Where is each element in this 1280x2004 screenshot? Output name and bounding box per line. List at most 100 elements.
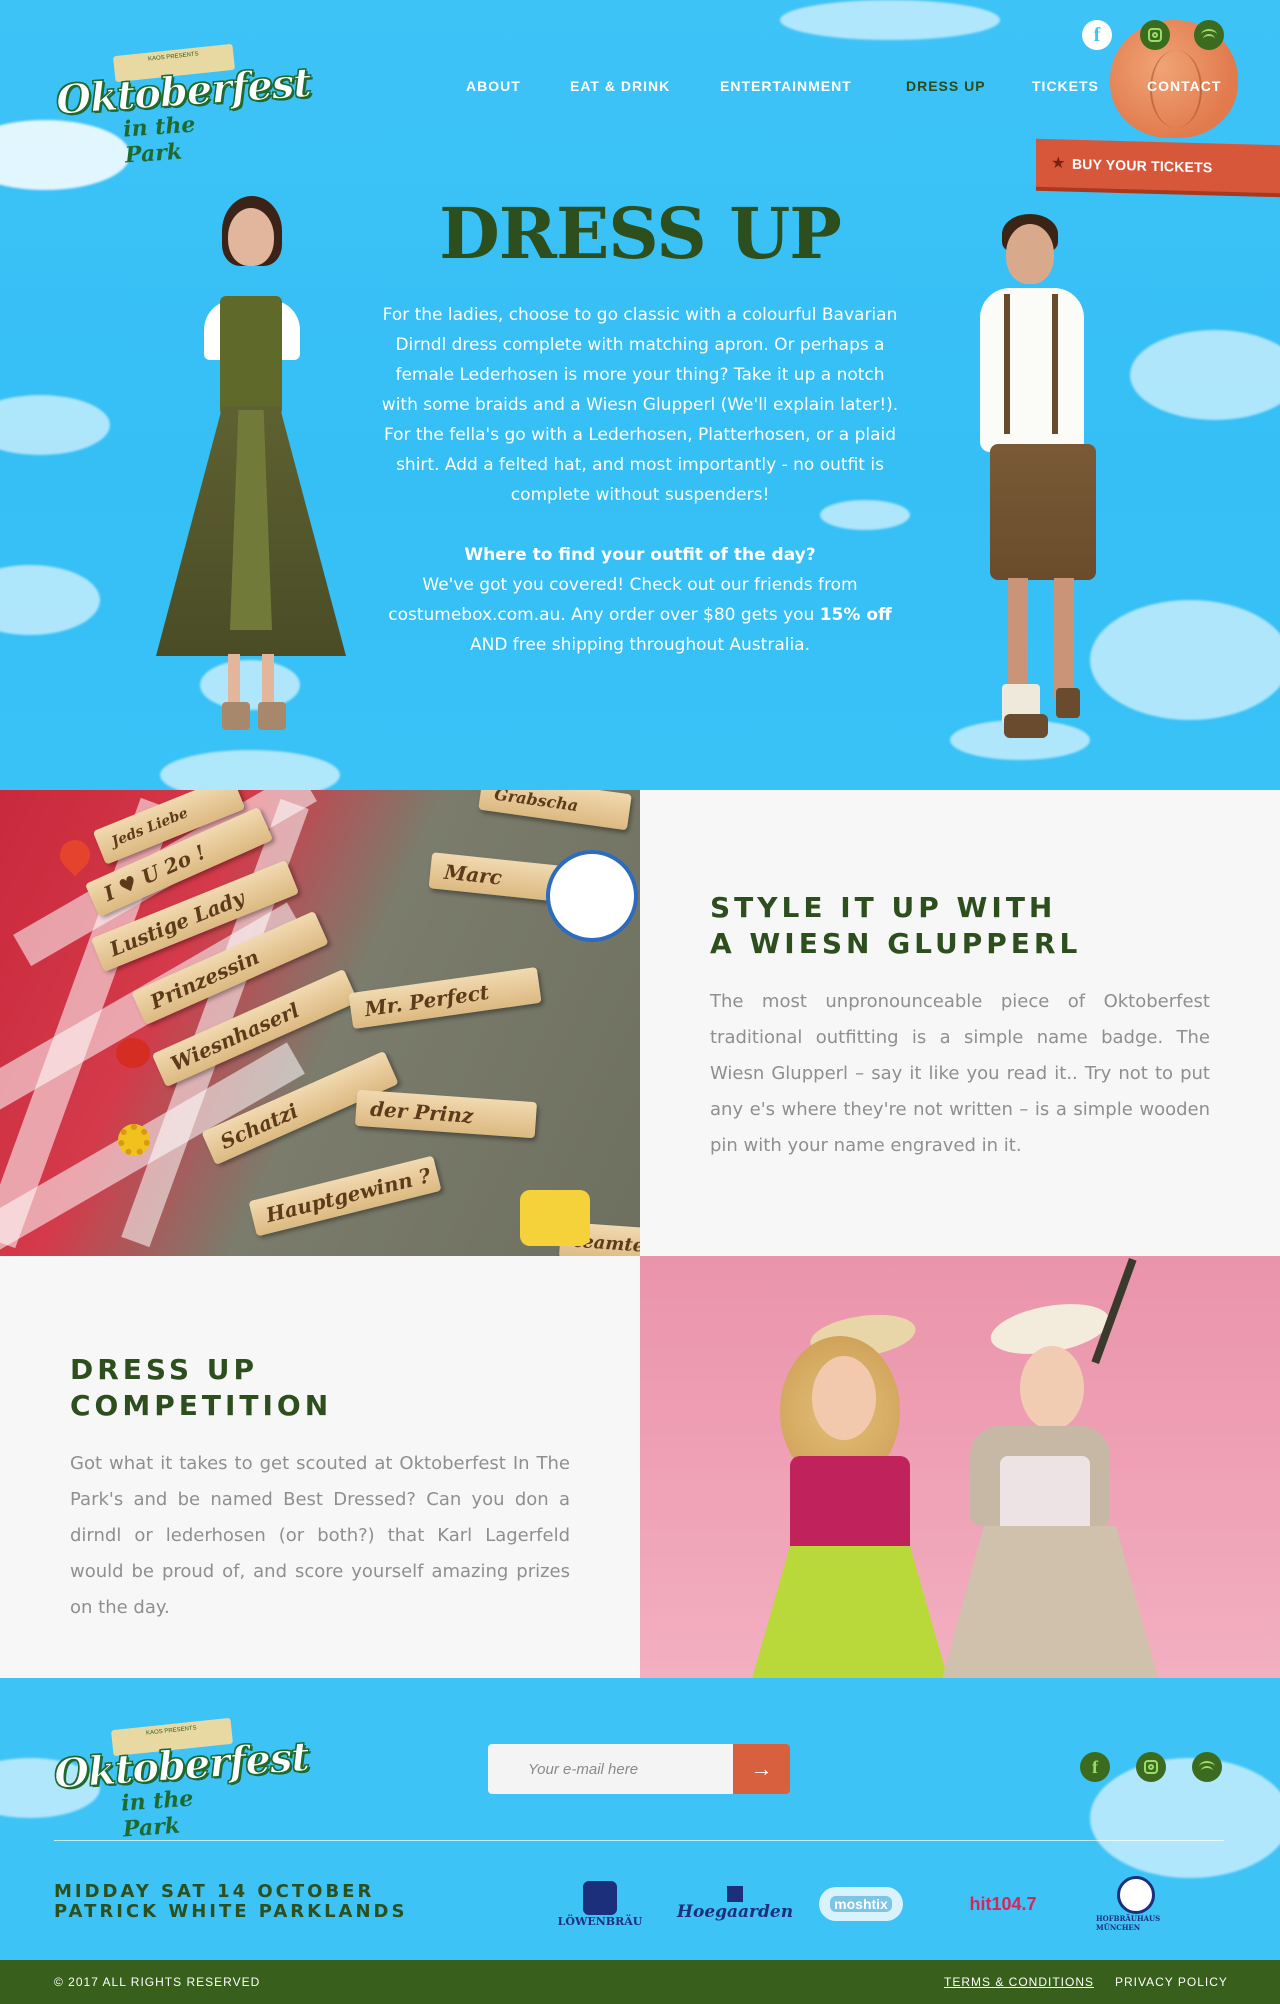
star-icon: ★ (1052, 154, 1065, 171)
sponsor-label: moshtix (830, 1896, 892, 1912)
newsletter-form: → (488, 1744, 790, 1794)
man-suspender-left (1004, 294, 1010, 434)
beer-badge-icon (546, 850, 638, 942)
sponsor-label: HOFBRÄUHAUS MÜNCHEN (1096, 1914, 1161, 1932)
privacy-link[interactable]: PRIVACY POLICY (1115, 1975, 1228, 1989)
event-date: MIDDAY SAT 14 OCTOBER (54, 1881, 375, 1902)
man-suspender-right (1052, 294, 1058, 434)
facebook-icon[interactable]: f (1082, 20, 1112, 50)
buy-tickets-label: BUY YOUR TICKETS (1072, 155, 1213, 176)
email-field[interactable] (488, 1744, 734, 1794)
social-links-top: f (1082, 20, 1232, 52)
submit-arrow-button[interactable]: → (733, 1744, 790, 1794)
competition-section: DRESS UP COMPETITION Got what it takes t… (0, 1256, 1280, 1678)
green-skirt (750, 1546, 950, 1678)
logo-subtitle: in the Park (120, 1785, 195, 1843)
glupperl-text: STYLE IT UP WITH A WIESN GLUPPERL The mo… (710, 890, 1210, 1164)
instagram-glyph (1144, 1760, 1158, 1774)
magenta-bodice (790, 1456, 910, 1556)
man-leg-right (1054, 578, 1074, 698)
cloud-decoration (160, 750, 340, 790)
sponsor-lowenbrau-logo[interactable]: LÖWENBRÄU (557, 1876, 643, 1932)
glupperl-body: The most unpronounceable piece of Oktobe… (710, 991, 1210, 1156)
man-in-lederhosen-image (958, 214, 1118, 754)
competition-heading-line1: DRESS UP (70, 1353, 259, 1386)
beige-skirt (940, 1526, 1160, 1678)
copyright: © 2017 ALL RIGHTS RESERVED (54, 1975, 261, 1989)
hoegaarden-crest-icon (727, 1886, 743, 1902)
hero-paragraph: For the ladies, choose to go classic wit… (381, 305, 899, 505)
facebook-glyph: f (1093, 23, 1101, 46)
sponsor-hit1047-logo[interactable]: hit104.7 (958, 1876, 1048, 1932)
sponsor-label: Hoegaarden (676, 1902, 794, 1922)
glupperl-section: Jeds Liebe I ♥ U 2o ! Lustige Lady Prinz… (0, 790, 1280, 1256)
spotify-icon[interactable] (1192, 1752, 1222, 1782)
hb-crest-icon (1117, 1876, 1155, 1914)
cloud-decoration (780, 0, 1000, 40)
beer-mugs-icon (520, 1190, 590, 1246)
social-links-footer: f (1080, 1752, 1230, 1784)
ladybug-icon (116, 1038, 150, 1068)
man-shirt (980, 288, 1084, 452)
discount-highlight: 15% off (819, 605, 892, 625)
cloud-decoration (0, 565, 100, 635)
pin-badge: Hauptgewinn ? (248, 1155, 442, 1237)
woman-face (812, 1356, 876, 1440)
nav-about[interactable]: ABOUT (466, 78, 521, 94)
sponsor-label: LÖWENBRÄU (557, 1914, 643, 1928)
nav-tickets[interactable]: TICKETS (1032, 78, 1099, 94)
nav-contact[interactable]: CONTACT (1147, 78, 1221, 94)
spotify-glyph (1199, 1761, 1215, 1773)
woman-boot-left (222, 702, 250, 730)
man-leg-left (1008, 578, 1028, 684)
hero-copy: For the ladies, choose to go classic wit… (376, 300, 904, 660)
woman-boot-right (258, 702, 286, 730)
bottom-bar: © 2017 ALL RIGHTS RESERVED TERMS & CONDI… (0, 1960, 1280, 2004)
site-footer: KAOS PRESENTS Oktoberfest in the Park → … (0, 1678, 1280, 1960)
sunflower-icon (118, 1124, 150, 1156)
event-info: MIDDAY SAT 14 OCTOBER PATRICK WHITE PARK… (54, 1882, 407, 1922)
pin-badge: Grabscha (478, 790, 632, 831)
logo-subtitle: in the Park (122, 111, 197, 169)
glupperl-heading: STYLE IT UP WITH A WIESN GLUPPERL (710, 890, 1210, 962)
spotify-icon[interactable] (1194, 20, 1224, 50)
glupperl-heading-line2: A WIESN GLUPPERL (710, 927, 1082, 960)
nav-dress-up[interactable]: DRESS UP (906, 78, 986, 94)
cloud-decoration (0, 395, 110, 455)
nav-eat-drink[interactable]: EAT & DRINK (570, 78, 670, 94)
main-nav: ABOUT EAT & DRINK ENTERTAINMENT DRESS UP… (0, 78, 1280, 98)
sponsor-label: hit104.7 (969, 1893, 1037, 1914)
event-location: PATRICK WHITE PARKLANDS (54, 1901, 408, 1922)
footer-logo[interactable]: KAOS PRESENTS Oktoberfest in the Park (52, 1717, 311, 1843)
facebook-glyph: f (1092, 1756, 1098, 1777)
man-shoe-right (1056, 688, 1080, 718)
woman-bodice (220, 296, 282, 416)
sponsor-hoegaarden-logo[interactable]: Hoegaarden (676, 1876, 794, 1932)
competition-body: Got what it takes to get scouted at Okto… (70, 1453, 570, 1618)
nav-entertainment[interactable]: ENTERTAINMENT (720, 78, 852, 94)
pin-badge: der Prinz (354, 1089, 538, 1139)
woman-in-dirndl-image (146, 196, 346, 736)
instagram-icon[interactable] (1136, 1752, 1166, 1782)
glupperl-heading-line1: STYLE IT UP WITH (710, 891, 1057, 924)
facebook-icon[interactable]: f (1080, 1752, 1110, 1782)
lion-crest-icon (583, 1880, 617, 1915)
outfit-answer: We've got you covered! Check out our fri… (376, 570, 904, 660)
footer-divider (54, 1840, 1224, 1841)
hero-section: KAOS PRESENTS Oktoberfest in the Park f … (0, 0, 1280, 790)
terms-link[interactable]: TERMS & CONDITIONS (944, 1975, 1094, 1989)
spotify-glyph (1201, 29, 1217, 41)
page-title: DRESS UP (439, 192, 842, 275)
two-women-dirndl-photo (640, 1256, 1280, 1678)
outfit-answer-part1: We've got you covered! Check out our fri… (388, 575, 858, 625)
buy-tickets-button[interactable]: ★ BUY YOUR TICKETS (1036, 138, 1280, 194)
cloud-decoration (1130, 330, 1280, 420)
competition-heading: DRESS UP COMPETITION (70, 1352, 570, 1424)
woman-face (1020, 1346, 1084, 1430)
sponsor-moshtix-logo[interactable]: moshtix (816, 1876, 906, 1932)
sponsor-hofbrauhaus-logo[interactable]: HOFBRÄUHAUS MÜNCHEN (1096, 1876, 1176, 1932)
competition-text: DRESS UP COMPETITION Got what it takes t… (70, 1352, 570, 1626)
instagram-icon[interactable] (1140, 20, 1170, 50)
competition-heading-line2: COMPETITION (70, 1389, 333, 1422)
heart-icon (53, 833, 97, 877)
